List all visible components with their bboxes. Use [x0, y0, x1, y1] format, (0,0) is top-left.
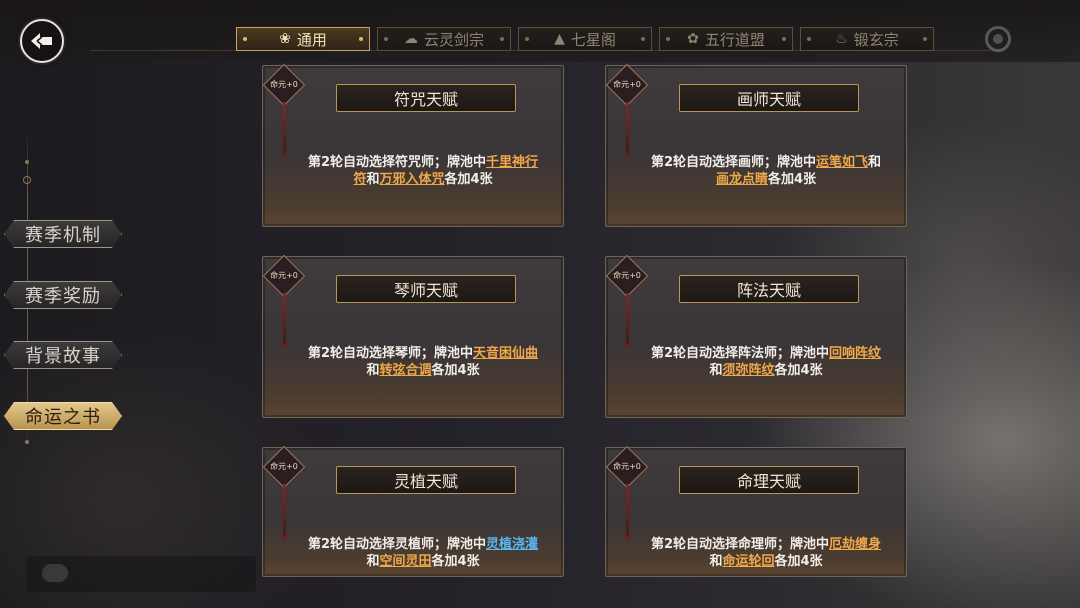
tab-label: 锻玄宗 [853, 30, 899, 49]
tab-label: 云灵剑宗 [423, 30, 484, 49]
settings-icon[interactable] [985, 26, 1011, 52]
tab-label: 通用 [296, 30, 327, 49]
sidebar-dot [25, 160, 29, 164]
card-description: 第2轮自动选择琴师；牌池中天音困仙曲和转弦合调各加4张 [307, 346, 539, 378]
flame-icon: ♨ [835, 31, 848, 47]
card-highlight-1[interactable]: 厄劫缠身 [829, 537, 881, 552]
tassel-decoration [625, 293, 630, 349]
card-highlight-2[interactable]: 空间灵田 [379, 554, 431, 569]
fate-tag-label: 命元+0 [613, 80, 641, 89]
sidebar-dot [25, 440, 29, 444]
fate-tag-label: 命元+0 [270, 80, 298, 89]
cloud-icon: ☁ [403, 31, 418, 47]
card-title: 符咒天赋 [336, 84, 516, 112]
sidebar-item-label: 命运之书 [25, 407, 101, 428]
fate-tag-label: 命元+0 [270, 462, 298, 471]
tab-yunling[interactable]: ☁ 云灵剑宗 [377, 27, 511, 51]
card-title: 命理天赋 [679, 466, 859, 494]
card-description: 第2轮自动选择画师；牌池中运笔如飞和画龙点睛各加4张 [650, 155, 882, 187]
five-elements-icon: ✿ [687, 31, 699, 47]
chat-bubble-icon [42, 564, 68, 582]
card-description: 第2轮自动选择命理师；牌池中厄劫缠身和命运轮回各加4张 [650, 537, 882, 569]
tab-general[interactable]: ❀ 通用 [236, 27, 370, 51]
tab-label: 七星阁 [570, 30, 616, 49]
card-description: 第2轮自动选择符咒师；牌池中千里神行符和万邪入体咒各加4张 [307, 155, 539, 187]
sidebar-item-backstory[interactable]: 背景故事 [4, 341, 122, 369]
card-highlight-1[interactable]: 运笔如飞 [816, 155, 868, 170]
sidebar-item-label: 背景故事 [25, 346, 101, 367]
talent-card-musician[interactable]: 命元+0 琴师天赋 第2轮自动选择琴师；牌池中天音困仙曲和转弦合调各加4张 [262, 254, 564, 418]
card-highlight-2[interactable]: 万邪入体咒 [379, 172, 444, 187]
card-title: 画师天赋 [679, 84, 859, 112]
sidebar-item-season-mechanics[interactable]: 赛季机制 [4, 220, 122, 248]
talent-card-formation[interactable]: 命元+0 阵法天赋 第2轮自动选择阵法师；牌池中回响阵纹和须弥阵纹各加4张 [605, 254, 907, 418]
card-highlight-2[interactable]: 转弦合调 [379, 363, 431, 378]
sidebar-item-label: 赛季机制 [25, 225, 101, 246]
tassel-decoration [625, 484, 630, 540]
sidebar-item-book-of-fate[interactable]: 命运之书 [4, 402, 122, 430]
back-button[interactable] [20, 19, 64, 63]
talent-card-painter[interactable]: 命元+0 画师天赋 第2轮自动选择画师；牌池中运笔如飞和画龙点睛各加4张 [605, 63, 907, 227]
tassel-decoration [282, 293, 287, 349]
lotus-icon: ❀ [279, 31, 291, 47]
fate-tag-label: 命元+0 [613, 271, 641, 280]
card-highlight-1[interactable]: 回响阵纹 [829, 346, 881, 361]
card-title: 阵法天赋 [679, 275, 859, 303]
talent-card-talisman[interactable]: 命元+0 符咒天赋 第2轮自动选择符咒师；牌池中千里神行符和万邪入体咒各加4张 [262, 63, 564, 227]
card-highlight-1[interactable]: 天音困仙曲 [473, 346, 538, 361]
fate-tag-label: 命元+0 [613, 462, 641, 471]
card-highlight-2[interactable]: 须弥阵纹 [722, 363, 774, 378]
tab-wuxing[interactable]: ✿ 五行道盟 [659, 27, 793, 51]
card-title: 琴师天赋 [336, 275, 516, 303]
tassel-decoration [625, 102, 630, 158]
sidebar-item-label: 赛季奖励 [25, 286, 101, 307]
talent-card-herbalist[interactable]: 命元+0 灵植天赋 第2轮自动选择灵植师；牌池中灵植浇灌和空间灵田各加4张 [262, 445, 564, 577]
pagoda-icon: ▲ [554, 31, 565, 47]
card-highlight-2[interactable]: 命运轮回 [722, 554, 774, 569]
tab-duanxuan[interactable]: ♨ 锻玄宗 [800, 27, 934, 51]
tab-label: 五行道盟 [704, 30, 765, 49]
card-highlight-1[interactable]: 灵植浇灌 [486, 537, 538, 552]
sidebar-ornament [23, 176, 31, 184]
card-description: 第2轮自动选择阵法师；牌池中回响阵纹和须弥阵纹各加4张 [650, 346, 882, 378]
card-description: 第2轮自动选择灵植师；牌池中灵植浇灌和空间灵田各加4张 [307, 537, 539, 569]
back-arrow-icon [31, 33, 52, 49]
card-title: 灵植天赋 [336, 466, 516, 494]
card-highlight-2[interactable]: 画龙点睛 [716, 172, 768, 187]
sidebar-item-season-rewards[interactable]: 赛季奖励 [4, 281, 122, 309]
tassel-decoration [282, 484, 287, 540]
tab-qixing[interactable]: ▲ 七星阁 [518, 27, 652, 51]
tassel-decoration [282, 102, 287, 158]
chat-bar[interactable] [26, 556, 256, 592]
talent-card-fortune[interactable]: 命元+0 命理天赋 第2轮自动选择命理师；牌池中厄劫缠身和命运轮回各加4张 [605, 445, 907, 577]
fate-tag-label: 命元+0 [270, 271, 298, 280]
